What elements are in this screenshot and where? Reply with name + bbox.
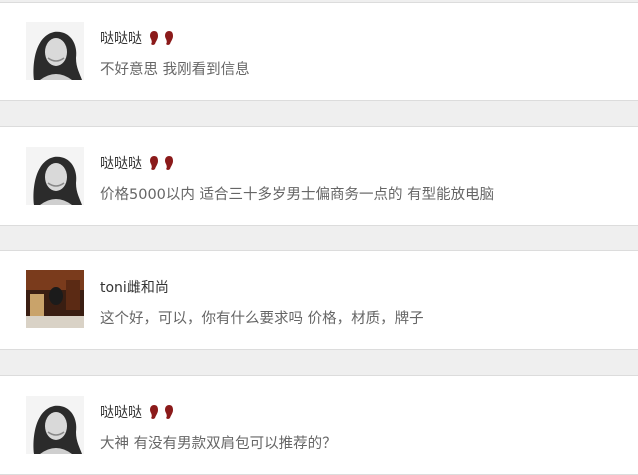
sender-name[interactable]: 哒哒哒 — [100, 153, 142, 173]
footprints-icon — [148, 30, 175, 46]
sender-name-row: 哒哒哒 — [100, 402, 175, 422]
avatar[interactable] — [26, 270, 84, 328]
footprints-icon — [148, 155, 175, 171]
footprints-icon — [148, 404, 175, 420]
message-card[interactable]: toni雌和尚 这个好，可以，你有什么要求吗 价格，材质，牌子 — [0, 250, 638, 350]
message-card[interactable]: 哒哒哒 大神 有没有男款双肩包可以推荐的？ — [0, 375, 638, 475]
message-text: 价格5000以内 适合三十多岁男士偏商务一点的 有型能放电脑 — [100, 187, 495, 203]
avatar[interactable] — [26, 396, 84, 454]
sender-name-row: 哒哒哒 — [100, 28, 175, 48]
sender-name-row: 哒哒哒 — [100, 153, 175, 173]
avatar[interactable] — [26, 147, 84, 205]
message-card[interactable]: 哒哒哒 不好意思 我刚看到信息 — [0, 2, 638, 101]
message-text: 不好意思 我刚看到信息 — [100, 62, 250, 78]
sender-name[interactable]: toni雌和尚 — [100, 277, 169, 297]
message-card[interactable]: 哒哒哒 价格5000以内 适合三十多岁男士偏商务一点的 有型能放电脑 — [0, 126, 638, 226]
message-text: 这个好，可以，你有什么要求吗 价格，材质，牌子 — [100, 311, 424, 327]
avatar[interactable] — [26, 22, 84, 80]
sender-name[interactable]: 哒哒哒 — [100, 28, 142, 48]
message-text: 大神 有没有男款双肩包可以推荐的？ — [100, 436, 337, 452]
sender-name[interactable]: 哒哒哒 — [100, 402, 142, 422]
sender-name-row: toni雌和尚 — [100, 277, 169, 297]
